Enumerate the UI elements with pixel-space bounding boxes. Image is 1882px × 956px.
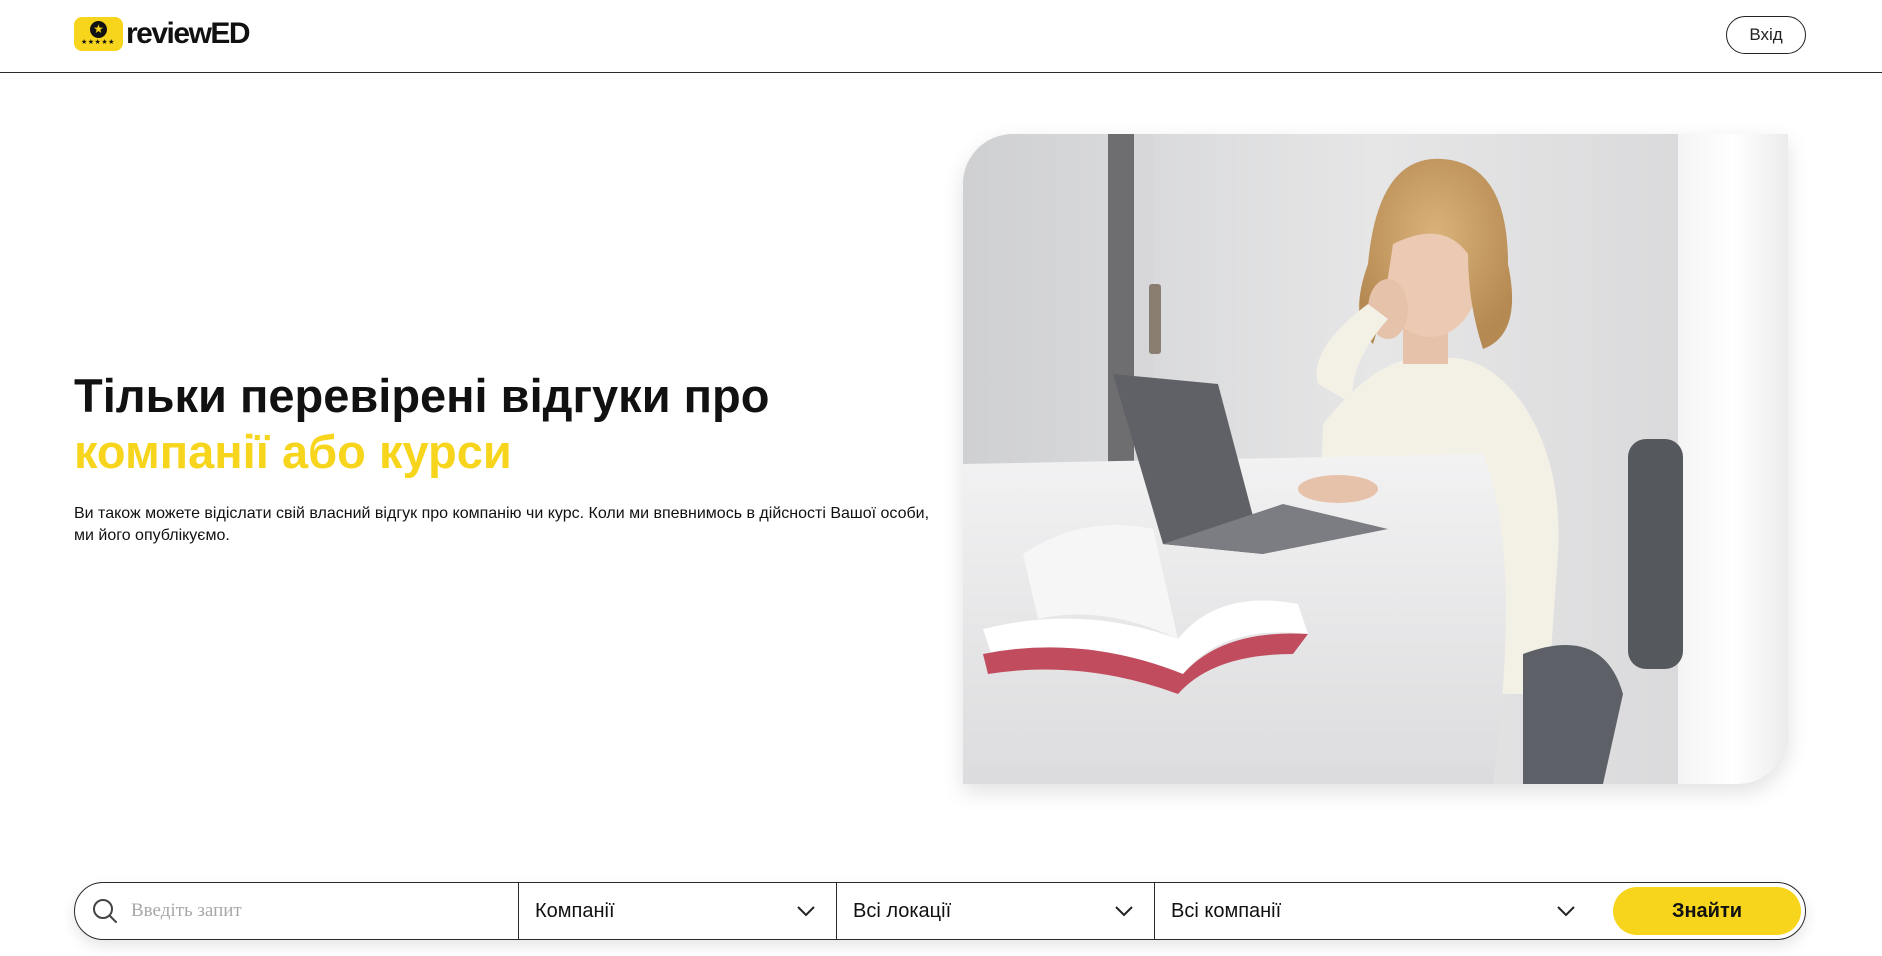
search-icon — [93, 899, 117, 923]
site-header: ★ ★★★★★ reviewED Вхід — [0, 0, 1882, 73]
search-bar: Компанії Всі локації Всі компанії Знайти — [74, 882, 1806, 940]
hero-description: Ви також можете відіслати свій власний в… — [74, 505, 930, 544]
hero-title: Тільки перевірені відгуки про компанії а… — [74, 368, 934, 480]
search-input[interactable] — [131, 893, 511, 929]
company-select-value: Всі компанії — [1171, 900, 1282, 922]
login-button[interactable]: Вхід — [1726, 16, 1806, 54]
find-button[interactable]: Знайти — [1613, 887, 1801, 935]
type-select-value: Компанії — [535, 900, 615, 922]
company-select[interactable]: Всі компанії — [1155, 883, 1595, 939]
type-select[interactable]: Компанії — [519, 883, 837, 939]
logo-star-icon: ★ ★★★★★ — [74, 17, 123, 51]
hero-title-line1: Тільки перевірені відгуки про — [74, 369, 770, 422]
location-select[interactable]: Всі локації — [837, 883, 1155, 939]
logo-text: reviewED — [126, 17, 251, 50]
chevron-down-icon — [1115, 906, 1133, 917]
logo[interactable]: ★ ★★★★★ reviewED — [74, 17, 251, 51]
chevron-down-icon — [797, 906, 815, 917]
location-select-value: Всі локації — [853, 900, 952, 922]
hero-title-line2: компанії або курси — [74, 425, 512, 478]
chevron-down-icon — [1557, 906, 1575, 917]
hero-image — [963, 134, 1788, 784]
